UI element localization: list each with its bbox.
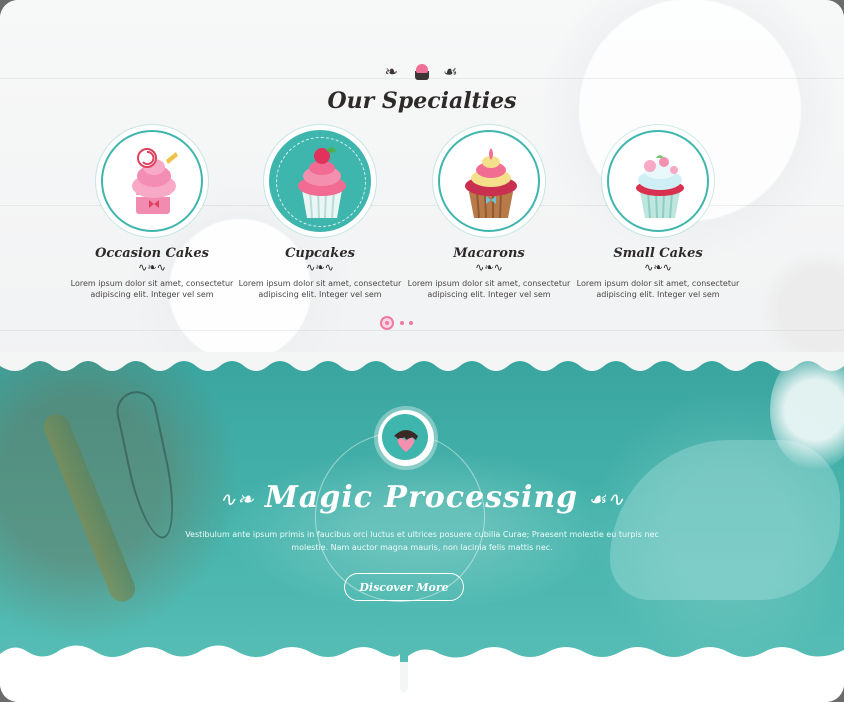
page-frame: ❧ ☙ Our Specialties Occasion Cakes ∿❧∿ L… (0, 0, 844, 702)
carousel-pagination (380, 316, 440, 330)
card-text: Lorem ipsum dolor sit amet, consectetur … (576, 279, 740, 299)
divider-swirl-icon: ∿❧∿ (644, 261, 672, 274)
specialty-card[interactable]: Small Cakes ∿❧∿ Lorem ipsum dolor sit am… (558, 130, 758, 300)
macaron-cupcake-icon[interactable] (438, 130, 540, 232)
swirl-right-icon: ☙ (442, 62, 460, 81)
magic-title-text: Magic Processing (264, 480, 579, 515)
page-title: Our Specialties (327, 88, 517, 114)
specialties-section: ❧ ☙ Our Specialties Occasion Cakes ∿❧∿ L… (0, 0, 844, 380)
icing-drip-bottom (0, 645, 844, 702)
carousel-dot[interactable] (409, 321, 413, 325)
table-plank-line (0, 330, 844, 331)
heart-cake-icon (378, 410, 434, 466)
whisk-image (112, 387, 184, 543)
carousel-dot-active[interactable] (380, 316, 394, 330)
card-title: Small Cakes (613, 246, 703, 261)
cupcake-icon[interactable] (269, 130, 371, 232)
icing-drip-top (0, 352, 844, 371)
carousel-dot[interactable] (400, 321, 404, 325)
occasion-cake-icon[interactable] (101, 130, 203, 232)
magic-text: Vestibulum ante ipsum primis in faucibus… (185, 530, 659, 552)
flourish-right-icon: ☙∿ (588, 487, 625, 511)
small-cake-icon[interactable] (607, 130, 709, 232)
magic-title: ∿❧ Magic Processing ☙∿ (0, 480, 844, 515)
flourish-left-icon: ∿❧ (219, 487, 255, 511)
swirl-left-icon: ❧ (384, 62, 401, 81)
section-ornament: ❧ ☙ (0, 62, 844, 81)
discover-more-button[interactable]: Discover More (344, 573, 464, 601)
cupcake-ornament-icon (413, 63, 431, 81)
